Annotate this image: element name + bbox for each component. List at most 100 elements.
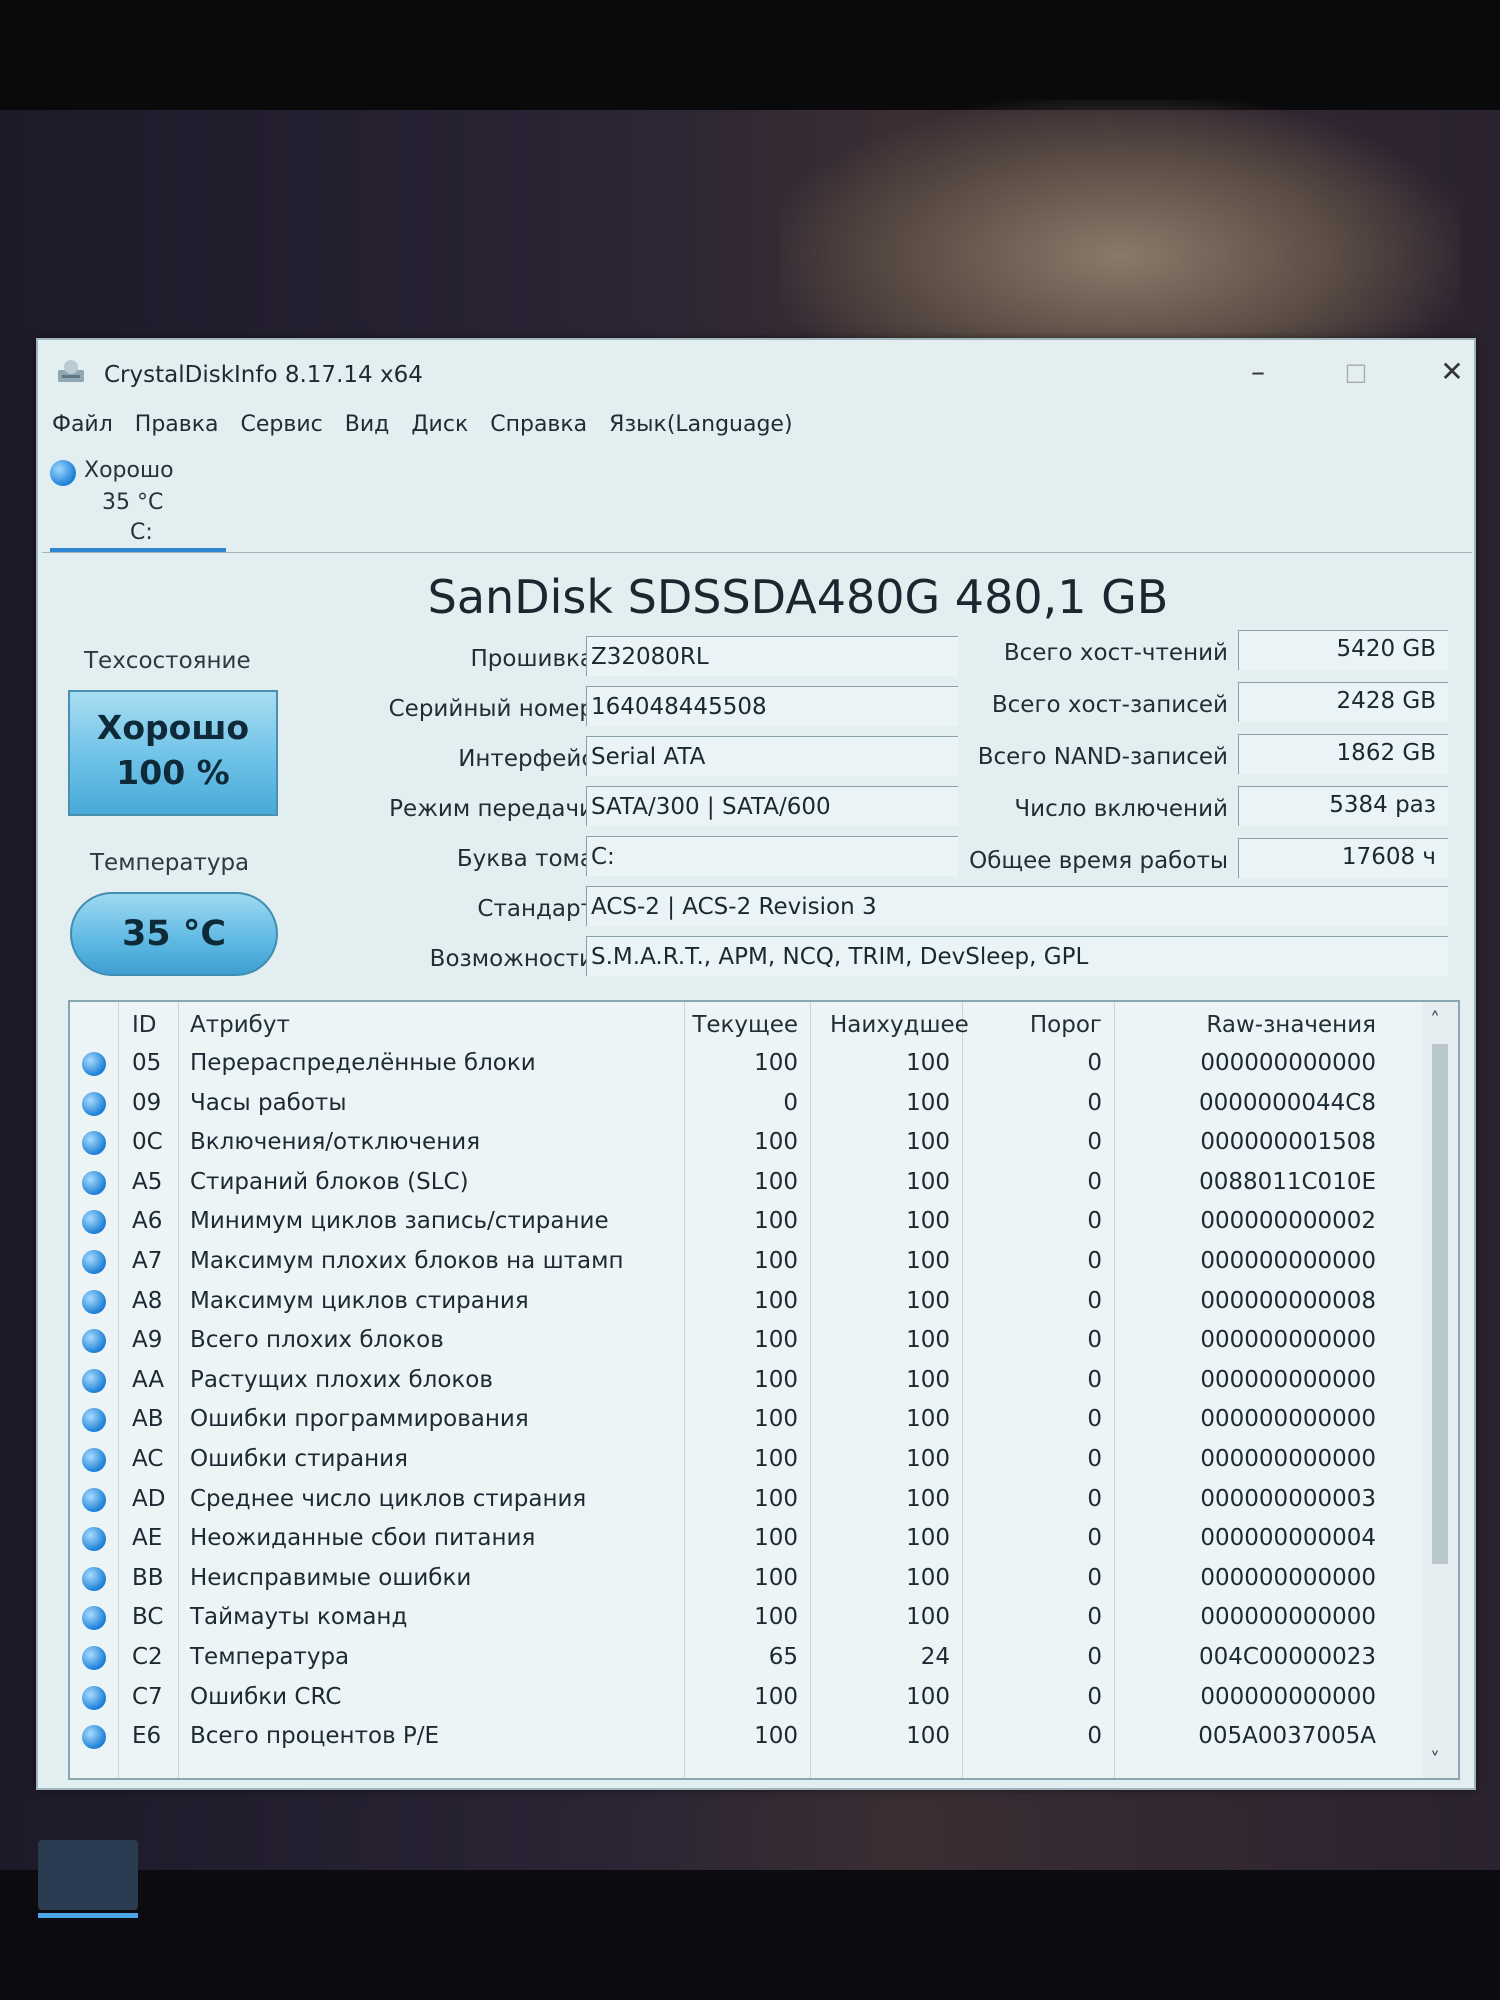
standard-value: ACS-2 | ACS-2 Revision 3 xyxy=(586,886,1448,926)
menu-edit[interactable]: Правка xyxy=(135,412,219,448)
table-row[interactable]: C7 Ошибки CRC 100 100 0 000000000000 xyxy=(70,1678,1420,1718)
scrollbar-thumb[interactable] xyxy=(1432,1044,1448,1564)
attr-threshold: 0 xyxy=(1087,1287,1102,1314)
attr-threshold: 0 xyxy=(1087,1525,1102,1552)
transfer-mode-label: Режим передачи xyxy=(389,796,594,822)
scroll-up-icon[interactable]: ˄ xyxy=(1430,1008,1440,1032)
attr-current: 100 xyxy=(754,1604,798,1631)
table-row[interactable]: 05 Перераспределённые блоки 100 100 0 0000000… xyxy=(70,1044,1420,1084)
attr-name: Ошибки программирования xyxy=(190,1406,529,1433)
header-current[interactable]: Текущее xyxy=(690,1012,798,1038)
table-row[interactable]: 09 Часы работы 0 100 0 0000000044C8 xyxy=(70,1084,1420,1124)
maximize-button[interactable]: □ xyxy=(1326,352,1386,392)
menu-view[interactable]: Вид xyxy=(345,412,390,448)
attr-id: E6 xyxy=(132,1723,162,1750)
attr-current: 100 xyxy=(754,1446,798,1472)
header-worst[interactable]: Наихудшее xyxy=(830,1012,969,1038)
attr-current: 100 xyxy=(754,1129,798,1156)
status-dot-icon xyxy=(82,1091,106,1116)
attr-threshold: 0 xyxy=(1087,1208,1102,1235)
table-row[interactable]: AA Растущих плохих блоков 100 100 0 000000000… xyxy=(70,1361,1420,1401)
table-row[interactable]: C2 Температура 65 24 0 004C00000023 xyxy=(70,1638,1420,1678)
menu-disk[interactable]: Диск xyxy=(411,412,468,448)
attr-id: C7 xyxy=(132,1683,163,1710)
host-reads-value: 5420 GB xyxy=(1238,630,1448,670)
attr-name: Среднее число циклов стирания xyxy=(190,1485,587,1512)
attr-id: A8 xyxy=(132,1287,163,1314)
attr-id: AE xyxy=(132,1525,163,1552)
attr-threshold: 0 xyxy=(1087,1446,1102,1472)
attr-threshold: 0 xyxy=(1087,1604,1102,1631)
attr-worst: 100 xyxy=(906,1168,950,1195)
photo-background-top xyxy=(0,0,1500,110)
attr-worst: 24 xyxy=(920,1644,950,1670)
table-row[interactable]: BB Неисправимые ошибки 100 100 0 000000000000 xyxy=(70,1559,1420,1599)
attr-raw: 000000000000 xyxy=(1200,1366,1376,1393)
attr-raw: 000000000000 xyxy=(1200,1248,1376,1274)
status-dot-icon xyxy=(82,1685,106,1710)
attr-name: Часы работы xyxy=(190,1089,347,1116)
health-status-button[interactable]: Хорошо 100 % xyxy=(68,690,278,816)
drive-tab-c[interactable]: Хорошо 35 °C C: xyxy=(46,456,226,552)
temperature-button[interactable]: 35 °C xyxy=(70,892,278,976)
status-dot-icon xyxy=(82,1527,106,1552)
table-row[interactable]: AB Ошибки программирования 100 100 0 00000000… xyxy=(70,1400,1420,1440)
header-attribute[interactable]: Атрибут xyxy=(190,1012,290,1038)
header-id[interactable]: ID xyxy=(132,1012,157,1038)
close-button[interactable]: ✕ xyxy=(1422,352,1482,392)
table-row[interactable]: AC Ошибки стирания 100 100 0 000000000000 xyxy=(70,1440,1420,1480)
table-row[interactable]: 0C Включения/отключения 100 100 0 00000000150… xyxy=(70,1123,1420,1163)
menu-file[interactable]: Файл xyxy=(52,412,113,448)
minimize-button[interactable]: – xyxy=(1228,352,1288,392)
menu-language[interactable]: Язык(Language) xyxy=(609,412,792,448)
standard-label: Стандарт xyxy=(477,896,594,922)
attr-raw: 004C00000023 xyxy=(1198,1644,1376,1670)
attr-current: 100 xyxy=(754,1564,798,1591)
attr-worst: 100 xyxy=(906,1604,950,1631)
status-dot-icon xyxy=(82,1289,106,1314)
scroll-down-icon[interactable]: ˅ xyxy=(1430,1748,1440,1772)
host-reads-label: Всего хост-чтений xyxy=(1003,640,1228,666)
table-row[interactable]: E6 Всего процентов P/E 100 100 0 005A0037005A xyxy=(70,1717,1420,1757)
table-row[interactable]: BC Таймауты команд 100 100 0 000000000000 xyxy=(70,1598,1420,1638)
window-title: CrystalDiskInfo 8.17.14 x64 xyxy=(104,362,423,388)
attr-name: Температура xyxy=(190,1644,350,1670)
attr-threshold: 0 xyxy=(1087,1406,1102,1433)
menu-help[interactable]: Справка xyxy=(490,412,587,448)
app-window: CrystalDiskInfo 8.17.14 x64 – □ ✕ Файл П… xyxy=(36,338,1476,1790)
taskbar-app-icon[interactable] xyxy=(38,1840,138,1918)
attr-current: 100 xyxy=(754,1683,798,1710)
power-on-count-label: Число включений xyxy=(1014,796,1228,822)
table-row[interactable]: AE Неожиданные сбои питания 100 100 0 0000000… xyxy=(70,1519,1420,1559)
smart-table: ID Атрибут Текущее Наихудшее Порог Raw-з… xyxy=(68,1000,1460,1780)
status-dot-icon xyxy=(82,1566,106,1591)
status-dot-icon xyxy=(82,1368,106,1393)
attr-worst: 100 xyxy=(906,1723,950,1750)
attr-name: Неисправимые ошибки xyxy=(190,1564,472,1591)
attr-threshold: 0 xyxy=(1087,1248,1102,1274)
transfer-mode-value: SATA/300 | SATA/600 xyxy=(586,786,958,826)
table-row[interactable]: A6 Минимум циклов запись/стирание 100 100 0 0… xyxy=(70,1202,1420,1242)
attr-current: 100 xyxy=(754,1208,798,1235)
attr-current: 0 xyxy=(783,1089,798,1116)
attr-name: Неожиданные сбои питания xyxy=(190,1525,536,1552)
attr-name: Ошибки CRC xyxy=(190,1683,342,1710)
table-row[interactable]: A5 Стираний блоков (SLC) 100 100 0 0088011C01… xyxy=(70,1163,1420,1203)
attr-raw: 000000000002 xyxy=(1200,1208,1376,1235)
table-row[interactable]: A8 Максимум циклов стирания 100 100 0 0000000… xyxy=(70,1282,1420,1322)
attr-raw: 000000000003 xyxy=(1200,1485,1376,1512)
table-row[interactable]: AD Среднее число циклов стирания 100 100 0 00… xyxy=(70,1480,1420,1520)
menu-service[interactable]: Сервис xyxy=(241,412,323,448)
title-bar[interactable]: CrystalDiskInfo 8.17.14 x64 – □ ✕ xyxy=(38,340,1474,400)
header-threshold[interactable]: Порог xyxy=(1000,1012,1102,1038)
attr-raw: 000000000000 xyxy=(1200,1446,1376,1472)
status-dot-icon xyxy=(82,1329,106,1354)
health-label: Техсостояние xyxy=(84,648,251,674)
header-raw[interactable]: Raw-значения xyxy=(1140,1012,1376,1038)
attr-threshold: 0 xyxy=(1087,1327,1102,1354)
vertical-scrollbar[interactable]: ˄ ˅ xyxy=(1422,1002,1458,1778)
table-row[interactable]: A7 Максимум плохих блоков на штамп 100 100 0… xyxy=(70,1242,1420,1282)
table-row[interactable]: A9 Всего плохих блоков 100 100 0 000000000000 xyxy=(70,1321,1420,1361)
health-status: Хорошо xyxy=(96,708,250,747)
attr-current: 100 xyxy=(754,1485,798,1512)
